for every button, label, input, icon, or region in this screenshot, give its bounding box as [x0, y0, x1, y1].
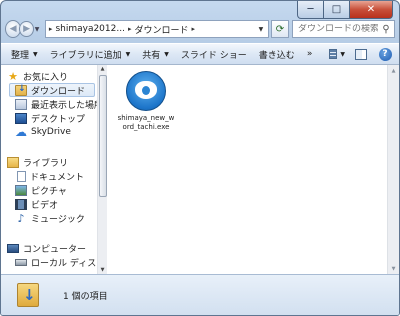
burn-button[interactable]: 書き込む	[259, 48, 295, 61]
nav-item-skydrive[interactable]: ☁ SkyDrive	[15, 125, 97, 139]
local-disk-icon	[15, 258, 27, 266]
breadcrumb-user[interactable]: shimaya2012...	[55, 24, 125, 34]
explorer-window: ─ □ ✕ ◀ ▶ ▼ ▸ shimaya2012... ▸ ダウンロード ▸ …	[0, 0, 400, 316]
nav-item-music[interactable]: ♪ ミュージック	[15, 211, 97, 225]
nav-item-computer[interactable]: コンピューター	[7, 241, 95, 255]
more-commands-button[interactable]: »	[307, 49, 313, 59]
navigation-pane: ★お気に入り ダウンロード 最近表示した場所 デスクトップ ☁SkyDrive …	[1, 65, 97, 275]
scrollbar-thumb[interactable]	[99, 75, 107, 197]
caption-buttons: ─ □ ✕	[297, 1, 393, 19]
search-icon[interactable]: ⚲	[378, 24, 394, 35]
skydrive-icon: ☁	[15, 124, 27, 139]
computer-icon	[7, 243, 19, 253]
breadcrumb-chevron-icon[interactable]: ▸	[191, 25, 195, 33]
help-icon: ?	[378, 47, 392, 61]
maximize-button[interactable]: □	[324, 1, 350, 19]
search-input[interactable]	[298, 24, 378, 34]
file-name: shimaya_new_word_tachi.exe	[117, 114, 175, 131]
star-icon: ★	[8, 69, 18, 83]
view-icon	[329, 49, 338, 59]
command-bar: 整理 ▼ ライブラリに追加 ▼ 共有 ▼ スライド ショー 書き込む » ▼ ?	[1, 43, 399, 65]
recent-pages-dropdown-icon[interactable]: ▼	[35, 26, 42, 33]
content-scrollbar[interactable]: ▲ ▼	[387, 65, 399, 275]
downloads-folder-icon	[17, 283, 39, 307]
nav-item-downloads[interactable]: ダウンロード	[9, 83, 95, 97]
scroll-down-icon[interactable]: ▼	[389, 264, 398, 274]
change-view-button[interactable]: ▼	[329, 47, 345, 61]
file-list: shimaya_new_word_tachi.exe	[107, 65, 388, 275]
pictures-icon	[15, 184, 27, 196]
help-button[interactable]: ?	[377, 47, 393, 61]
search-box[interactable]: ⚲	[292, 20, 395, 38]
installer-app-icon	[126, 71, 166, 111]
address-row: ◀ ▶ ▼ ▸ shimaya2012... ▸ ダウンロード ▸ ▼ ⟳ ⚲	[5, 18, 395, 40]
scroll-up-icon[interactable]: ▲	[98, 65, 107, 74]
nav-item-recent-places[interactable]: 最近表示した場所	[15, 97, 97, 111]
slideshow-button[interactable]: スライド ショー	[181, 48, 247, 61]
chevron-down-icon: ▼	[33, 50, 38, 58]
chevron-down-icon: ▼	[340, 50, 345, 58]
chevron-down-icon: ▼	[164, 50, 169, 58]
file-item[interactable]: shimaya_new_word_tachi.exe	[117, 71, 175, 132]
nav-item-local-disk[interactable]: ローカル ディスク	[15, 255, 97, 269]
minimize-button[interactable]: ─	[297, 1, 324, 19]
details-pane: 1 個の項目	[1, 274, 399, 315]
videos-icon	[15, 198, 27, 210]
address-bar[interactable]: ▸ shimaya2012... ▸ ダウンロード ▸ ▼	[44, 20, 269, 38]
preview-pane-icon	[355, 48, 367, 60]
recent-places-icon	[15, 98, 27, 110]
address-history-dropdown-icon[interactable]: ▼	[254, 21, 268, 37]
breadcrumb-root-chevron-icon[interactable]: ▸	[49, 25, 53, 33]
downloads-folder-icon	[15, 84, 27, 96]
scroll-up-icon[interactable]: ▲	[389, 66, 398, 76]
organize-menu[interactable]: 整理 ▼	[11, 48, 38, 61]
forward-button[interactable]: ▶	[19, 21, 34, 37]
share-menu[interactable]: 共有 ▼	[142, 48, 169, 61]
main-area: ★お気に入り ダウンロード 最近表示した場所 デスクトップ ☁SkyDrive …	[1, 65, 399, 275]
music-icon: ♪	[17, 211, 25, 225]
nav-item-pictures[interactable]: ピクチャ	[15, 183, 97, 197]
desktop-icon	[15, 112, 27, 124]
nav-item-libraries[interactable]: ライブラリ	[7, 155, 95, 169]
nav-item-documents[interactable]: ドキュメント	[15, 169, 97, 183]
chevron-down-icon: ▼	[125, 50, 131, 58]
close-button[interactable]: ✕	[350, 1, 393, 19]
nav-item-videos[interactable]: ビデオ	[15, 197, 97, 211]
item-count: 1 個の項目	[63, 291, 108, 302]
documents-icon	[17, 170, 26, 182]
nav-item-favorites[interactable]: ★ お気に入り	[7, 69, 95, 83]
library-icon	[7, 156, 19, 168]
navigation-scrollbar[interactable]: ▲ ▼	[97, 65, 107, 275]
breadcrumb-downloads[interactable]: ダウンロード	[134, 23, 188, 36]
nav-item-desktop[interactable]: デスクトップ	[15, 111, 97, 125]
breadcrumb-chevron-icon[interactable]: ▸	[128, 25, 132, 33]
preview-pane-button[interactable]	[353, 47, 369, 61]
add-to-library-menu[interactable]: ライブラリに追加 ▼	[50, 48, 131, 61]
refresh-button[interactable]: ⟳	[270, 20, 289, 38]
